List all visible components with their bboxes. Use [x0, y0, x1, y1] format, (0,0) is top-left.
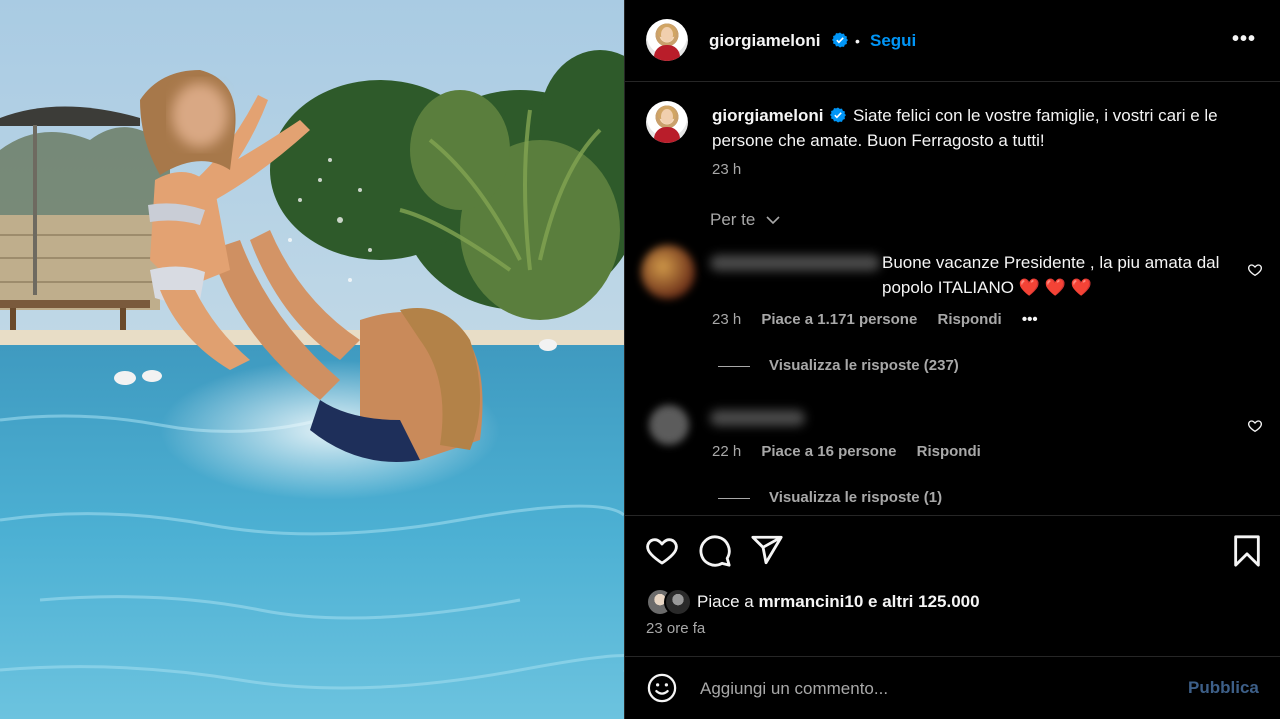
- post-actions-bar: Piace a mrmancini10 e altri 125.000 23 o…: [625, 515, 1280, 657]
- bookmark-icon[interactable]: [1230, 534, 1264, 568]
- replies-divider: [718, 498, 750, 499]
- likers-avatars[interactable]: [646, 588, 692, 616]
- publish-button[interactable]: Pubblica: [1188, 678, 1259, 698]
- post-header: giorgiameloni • Segui •••: [625, 0, 1280, 82]
- comment-like-heart-icon[interactable]: [1247, 418, 1263, 434]
- view-replies-button[interactable]: Visualizza le risposte (1): [769, 489, 942, 506]
- comment-icon[interactable]: [698, 534, 732, 568]
- heart-emojis: ❤️ ❤️ ❤️: [1018, 278, 1092, 297]
- reply-button[interactable]: Rispondi: [917, 443, 981, 460]
- replies-divider: [718, 366, 750, 367]
- likes-summary[interactable]: Piace a mrmancini10 e altri 125.000: [697, 592, 980, 612]
- comment-time: 22 h: [712, 443, 742, 460]
- comment-time: 23 h: [712, 311, 742, 328]
- caption-username[interactable]: giorgiameloni: [712, 106, 823, 125]
- author-avatar[interactable]: [646, 19, 688, 61]
- more-options-icon[interactable]: •••: [1232, 28, 1256, 51]
- caption-author-avatar[interactable]: [646, 101, 688, 143]
- sort-label: Per te: [710, 210, 756, 229]
- liker-avatar: [664, 588, 692, 616]
- comment-text: Buone vacanze Presidente , la piu amata …: [882, 253, 1220, 297]
- commenter-username-redacted: [710, 410, 805, 426]
- post-timestamp: 23 ore fa: [646, 620, 706, 637]
- comment-composer: Pubblica: [625, 656, 1280, 719]
- verified-badge-icon: [832, 32, 848, 48]
- commenter-avatar[interactable]: [649, 405, 689, 445]
- reply-button[interactable]: Rispondi: [937, 311, 1001, 328]
- comment-likes[interactable]: Piace a 16 persone: [761, 443, 896, 460]
- comment-meta: 22 h Piace a 16 persone Rispondi: [712, 443, 997, 460]
- comment-like-heart-icon[interactable]: [1247, 262, 1263, 278]
- emoji-icon[interactable]: [647, 673, 677, 703]
- share-icon[interactable]: [750, 533, 784, 567]
- commenter-username-redacted: [710, 255, 880, 271]
- post-caption: giorgiameloni Siate felici con le vostre…: [712, 103, 1252, 153]
- instagram-post-modal: giorgiameloni • Segui ••• giorgiameloni …: [0, 0, 1280, 719]
- commenter-avatar[interactable]: [641, 245, 695, 299]
- heart-icon[interactable]: [645, 534, 679, 568]
- comment-sort-dropdown[interactable]: Per te: [710, 210, 780, 230]
- separator-dot: •: [855, 33, 860, 49]
- caption-time: 23 h: [712, 161, 742, 178]
- liker-username[interactable]: mrmancini10: [758, 592, 863, 611]
- comment-input[interactable]: [698, 673, 1172, 705]
- view-replies-button[interactable]: Visualizza le risposte (237): [769, 357, 959, 374]
- verified-badge-icon: [830, 107, 847, 123]
- pool-photo-illustration: [0, 0, 624, 719]
- chevron-down-icon: [766, 216, 780, 225]
- comment-meta: 23 h Piace a 1.171 persone Rispondi •••: [712, 311, 1054, 328]
- follow-button[interactable]: Segui: [870, 31, 916, 51]
- comment-likes[interactable]: Piace a 1.171 persone: [761, 311, 917, 328]
- post-photo[interactable]: [0, 0, 624, 719]
- author-username[interactable]: giorgiameloni: [709, 31, 820, 51]
- comment-options-icon[interactable]: •••: [1022, 311, 1038, 328]
- post-side-panel: giorgiameloni • Segui ••• giorgiameloni …: [624, 0, 1280, 719]
